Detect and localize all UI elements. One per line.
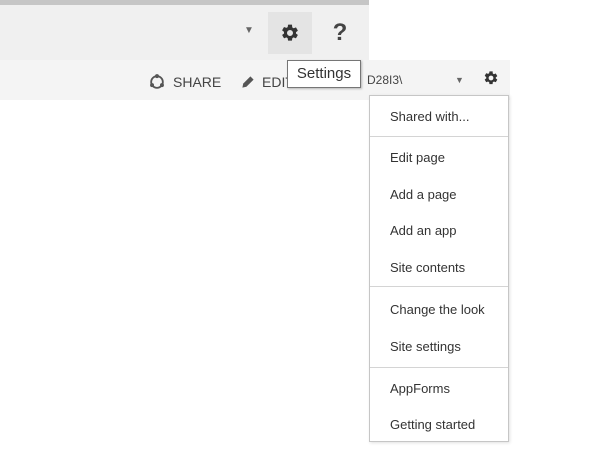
menu-item-add-a-page[interactable]: Add a page <box>390 186 457 204</box>
edit-button[interactable]: EDIT <box>240 70 294 94</box>
settings-tooltip: Settings <box>287 60 361 88</box>
share-label: SHARE <box>173 74 222 90</box>
menu-item-change-the-look[interactable]: Change the look <box>390 301 485 319</box>
chevron-down-icon[interactable]: ▼ <box>240 22 258 40</box>
settings-gear-small-button[interactable] <box>480 67 502 89</box>
menu-divider <box>370 136 508 137</box>
settings-gear-button[interactable] <box>268 12 312 54</box>
top-suite-bar <box>0 0 369 60</box>
pencil-icon <box>242 76 254 88</box>
menu-item-site-contents[interactable]: Site contents <box>390 259 465 277</box>
menu-item-getting-started[interactable]: Getting started <box>390 416 475 434</box>
settings-menu: Shared with... Edit page Add a page Add … <box>369 95 509 442</box>
menu-item-edit-page[interactable]: Edit page <box>390 149 445 167</box>
tooltip-label: Settings <box>296 65 352 82</box>
chevron-down-icon[interactable]: ▼ <box>455 70 464 90</box>
help-label: ? <box>332 19 348 46</box>
share-button[interactable]: SHARE <box>148 70 221 94</box>
gear-icon <box>282 24 298 41</box>
menu-item-site-settings[interactable]: Site settings <box>390 338 461 356</box>
user-name[interactable]: D28I3\ <box>367 70 402 90</box>
menu-divider <box>370 286 508 287</box>
menu-divider <box>370 367 508 368</box>
menu-item-appforms[interactable]: AppForms <box>390 380 450 398</box>
menu-item-shared-with[interactable]: Shared with... <box>390 108 470 126</box>
share-icon <box>150 74 164 89</box>
help-button[interactable]: ? <box>318 12 362 54</box>
top-border <box>0 0 369 5</box>
gear-icon <box>484 71 498 85</box>
menu-item-add-an-app[interactable]: Add an app <box>390 222 457 240</box>
